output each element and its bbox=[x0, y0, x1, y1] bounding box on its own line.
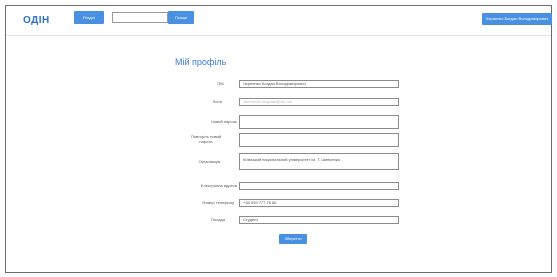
field-label-position: Посада bbox=[211, 217, 225, 222]
page-title: Мій профіль bbox=[175, 57, 227, 67]
field-label-new-password: Новий пароль bbox=[211, 119, 237, 124]
menu-button[interactable]: Розділ bbox=[74, 11, 104, 24]
field-label-login: Логін bbox=[212, 99, 222, 104]
top-navbar: ОДІН Розділ Пошук Черненко Богдан Володи… bbox=[6, 6, 552, 36]
user-profile-button[interactable]: Черненко Богдан Володимирович bbox=[482, 13, 552, 25]
field-label-full-name: ПІБ bbox=[217, 81, 224, 86]
email-value: ... bbox=[243, 183, 247, 188]
phone-value: +38 099 777 76 66 bbox=[243, 200, 277, 205]
position-value: Студент bbox=[243, 217, 259, 222]
app-window: ОДІН Розділ Пошук Черненко Богдан Володи… bbox=[5, 5, 552, 273]
phone-field[interactable]: +38 099 777 76 66 bbox=[239, 199, 399, 207]
login-field[interactable]: chernenko.bogdan@ukr.net bbox=[239, 98, 399, 106]
app-logo[interactable]: ОДІН bbox=[23, 15, 50, 26]
repeat-password-field[interactable] bbox=[239, 133, 399, 147]
new-password-field[interactable] bbox=[239, 115, 399, 129]
login-value: chernenko.bogdan@ukr.net bbox=[243, 99, 293, 104]
field-label-email: Електронна адреса bbox=[200, 183, 237, 188]
email-field[interactable]: ... bbox=[239, 182, 399, 190]
position-field[interactable]: Студент bbox=[239, 216, 399, 224]
full-name-value: Черненко Богдан Володимирович bbox=[243, 81, 306, 86]
save-button[interactable]: Зберегти bbox=[279, 234, 307, 244]
organization-field[interactable]: Київський національний університет ім. Т… bbox=[239, 153, 399, 170]
field-label-organization: Організація bbox=[198, 159, 220, 164]
search-input[interactable] bbox=[112, 12, 168, 23]
field-label-phone: Номер телефону bbox=[202, 200, 234, 205]
full-name-field[interactable]: Черненко Богдан Володимирович bbox=[239, 80, 399, 88]
field-label-repeat-password: Повторіть новий пароль bbox=[190, 134, 222, 144]
organization-value: Київський національний університет ім. Т… bbox=[243, 157, 340, 162]
search-button[interactable]: Пошук bbox=[168, 11, 194, 24]
